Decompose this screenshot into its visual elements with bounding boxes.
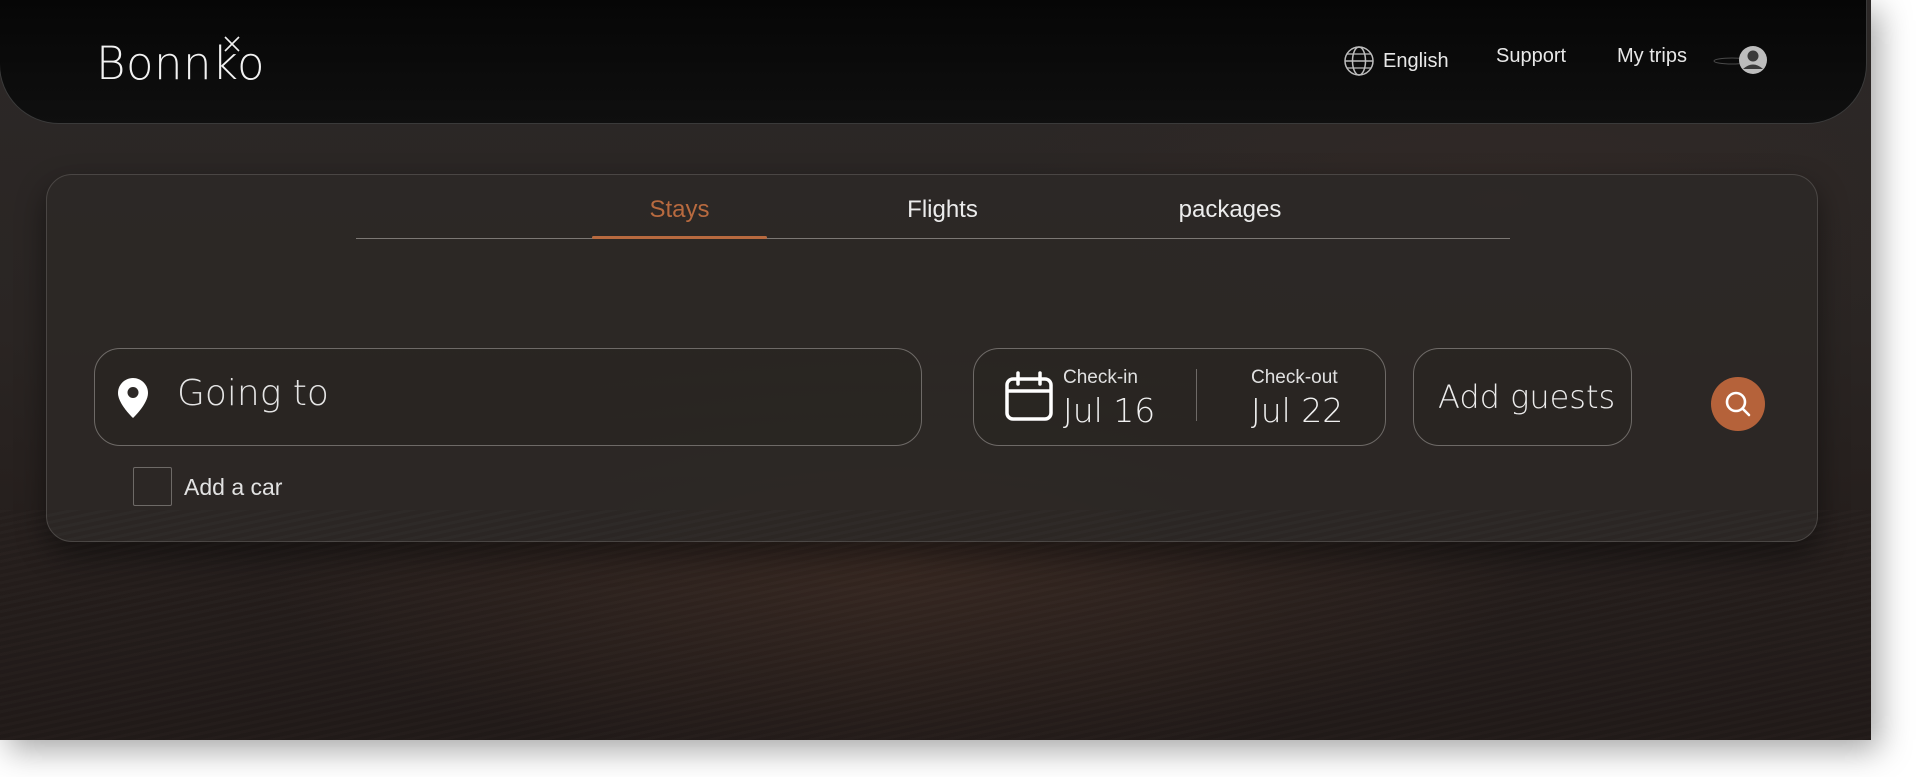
logo-cross-mark-icon [224,36,240,52]
guests-selector[interactable]: Add guests [1413,348,1632,446]
support-link[interactable]: Support [1496,45,1566,68]
my-trips-link[interactable]: My trips [1617,45,1687,68]
active-tab-indicator [592,236,767,239]
add-car-label: Add a car [184,474,283,500]
search-icon [1725,391,1751,417]
tab-stays[interactable]: Stays [592,196,767,224]
tabs-divider [356,238,1510,239]
checkout-label: Check-out [1251,367,1338,388]
tab-flights[interactable]: Flights [890,196,995,224]
checkin-value[interactable]: Jul 16 [1063,391,1155,430]
date-range-picker[interactable]: Check-in Jul 16 Check-out Jul 22 [973,348,1386,446]
page-background: Bonnko English Support My trips Stays Fl… [0,0,1871,740]
location-pin-icon [118,378,148,418]
calendar-icon [1005,371,1053,421]
user-avatar-icon[interactable] [1712,41,1770,79]
language-label: English [1383,49,1449,72]
guests-label: Add guests [1438,378,1616,416]
top-navigation-bar: Bonnko English Support My trips [0,0,1867,124]
checkout-value[interactable]: Jul 22 [1251,391,1343,430]
destination-placeholder: Going to [177,373,329,414]
add-car-checkbox[interactable] [133,467,172,506]
date-divider [1196,369,1197,421]
search-button[interactable] [1711,377,1765,431]
checkin-label: Check-in [1063,367,1138,388]
globe-icon [1344,46,1374,76]
language-selector[interactable]: English [1343,45,1449,77]
tab-packages[interactable]: packages [1160,196,1300,224]
destination-input[interactable]: Going to [94,348,922,446]
